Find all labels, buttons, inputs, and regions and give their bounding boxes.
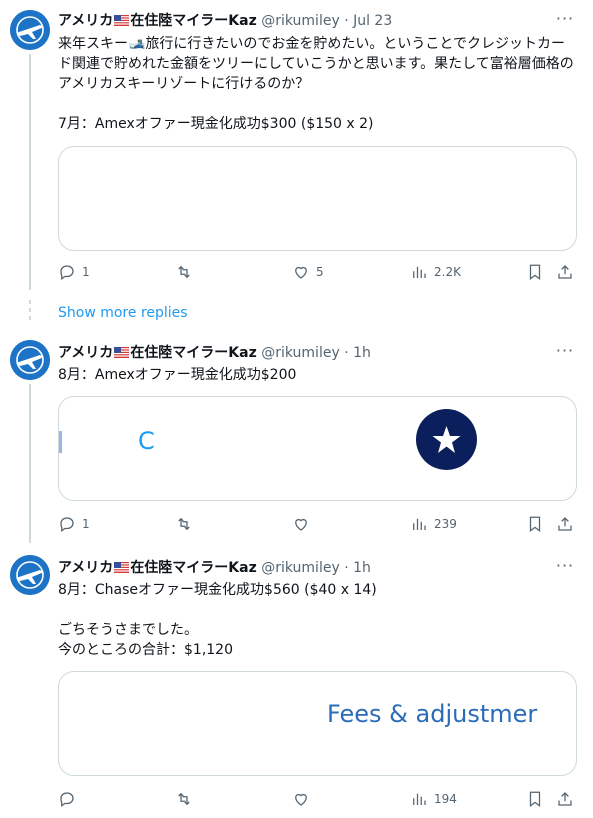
heart-icon [295,793,307,806]
tweet-2[interactable]: アメリカ 在住陸マイラーKaz @rikumiley · 1h ··· 8月：Am… [0,333,593,543]
us-flag-icon [114,347,130,358]
us-flag-icon [114,15,130,26]
bookmark-icon [529,791,541,808]
share-button[interactable] [556,789,574,809]
share-icon [558,792,572,806]
thread-gap-dots [29,300,31,324]
reply-icon [60,517,74,533]
timestamp[interactable]: 1h [353,345,371,361]
handle[interactable]: @rikumiley [261,345,340,361]
like-button[interactable]: 5 [292,262,324,282]
plane-logo-icon [10,10,50,50]
tweet-actions: 194 [58,789,578,809]
show-more-replies-link[interactable]: Show more replies [58,304,188,322]
card-image-edge [59,431,62,453]
tweet-1[interactable]: アメリカ 在住陸マイラーKaz @rikumiley · Jul 23 ··· 来… [0,0,593,290]
more-options-icon[interactable]: ··· [555,343,575,362]
heart-icon [295,266,307,279]
tweet-text: 来年スキー🎿旅行に行きたいのでお金を貯めたい。ということでクレジットカード関連で… [58,36,574,132]
separator-dot: · [344,560,349,576]
views-icon [413,793,426,805]
plane-logo-icon [10,555,50,595]
display-name[interactable]: アメリカ 在住陸マイラーKaz [58,560,257,576]
reply-icon [60,265,74,281]
reply-icon [60,792,74,808]
views-icon [413,518,426,530]
timestamp[interactable]: 1h [353,560,371,576]
like-button[interactable] [292,789,316,809]
avatar[interactable] [10,10,50,50]
thread-line [29,54,31,290]
view-count: 239 [434,517,457,531]
tweet-text: 8月：Chaseオファー現金化成功$560 ($40 x 14) ごちそうさまで… [58,582,377,658]
tweet-3[interactable]: アメリカ 在住陸マイラーKaz @rikumiley · 1h ··· 8月：Ch… [0,543,593,818]
views-icon [413,266,426,278]
views-button[interactable]: 239 [410,514,457,534]
more-options-icon[interactable]: ··· [555,558,575,577]
tweet-header: アメリカ 在住陸マイラーKaz @rikumiley · 1h [58,559,371,577]
tweet-header: アメリカ 在住陸マイラーKaz @rikumiley · Jul 23 [58,12,392,30]
link-card[interactable] [58,146,577,251]
tweet-actions: 1 5 2.2K [58,262,578,282]
bookmark-icon [529,516,541,533]
star-badge-icon [416,409,477,470]
handle[interactable]: @rikumiley [261,560,340,576]
share-icon [558,517,572,531]
more-options-icon[interactable]: ··· [555,11,575,30]
plane-logo-icon [10,340,50,380]
view-count: 194 [434,792,457,806]
reply-button[interactable]: 1 [58,514,90,534]
bookmark-icon [529,264,541,281]
retweet-button[interactable] [175,789,199,809]
retweet-button[interactable] [175,262,199,282]
thread-line [29,384,31,543]
reply-count: 1 [82,265,90,279]
retweet-icon [178,792,190,806]
separator-dot: · [344,13,349,29]
retweet-icon [178,517,190,531]
display-name[interactable]: アメリカ 在住陸マイラーKaz [58,13,257,29]
tweet-actions: 1 239 [58,514,578,534]
us-flag-icon [114,562,130,573]
view-count: 2.2K [434,265,461,279]
separator-dot: · [344,345,349,361]
avatar[interactable] [10,340,50,380]
avatar[interactable] [10,555,50,595]
tweet-header: アメリカ 在住陸マイラーKaz @rikumiley · 1h [58,344,371,362]
bookmark-button[interactable] [526,789,544,809]
card-image-text: Fees & adjustmer [327,700,538,728]
reply-button[interactable]: 1 [58,262,90,282]
retweet-icon [178,265,190,279]
bookmark-button[interactable] [526,262,544,282]
display-name[interactable]: アメリカ 在住陸マイラーKaz [58,345,257,361]
reply-count: 1 [82,517,90,531]
share-button[interactable] [556,262,574,282]
card-image-letter: C [138,427,155,455]
handle[interactable]: @rikumiley [261,13,340,29]
tweet-text: 8月：Amexオファー現金化成功$200 [58,367,297,383]
share-icon [558,265,572,279]
bookmark-button[interactable] [526,514,544,534]
retweet-button[interactable] [175,514,199,534]
link-card[interactable]: Fees & adjustmer [58,671,577,776]
link-card[interactable]: C [58,396,577,501]
heart-icon [295,518,307,531]
timestamp[interactable]: Jul 23 [353,13,392,29]
share-button[interactable] [556,514,574,534]
views-button[interactable]: 2.2K [410,262,461,282]
views-button[interactable]: 194 [410,789,457,809]
like-count: 5 [316,265,324,279]
reply-button[interactable] [58,789,82,809]
like-button[interactable] [292,514,316,534]
